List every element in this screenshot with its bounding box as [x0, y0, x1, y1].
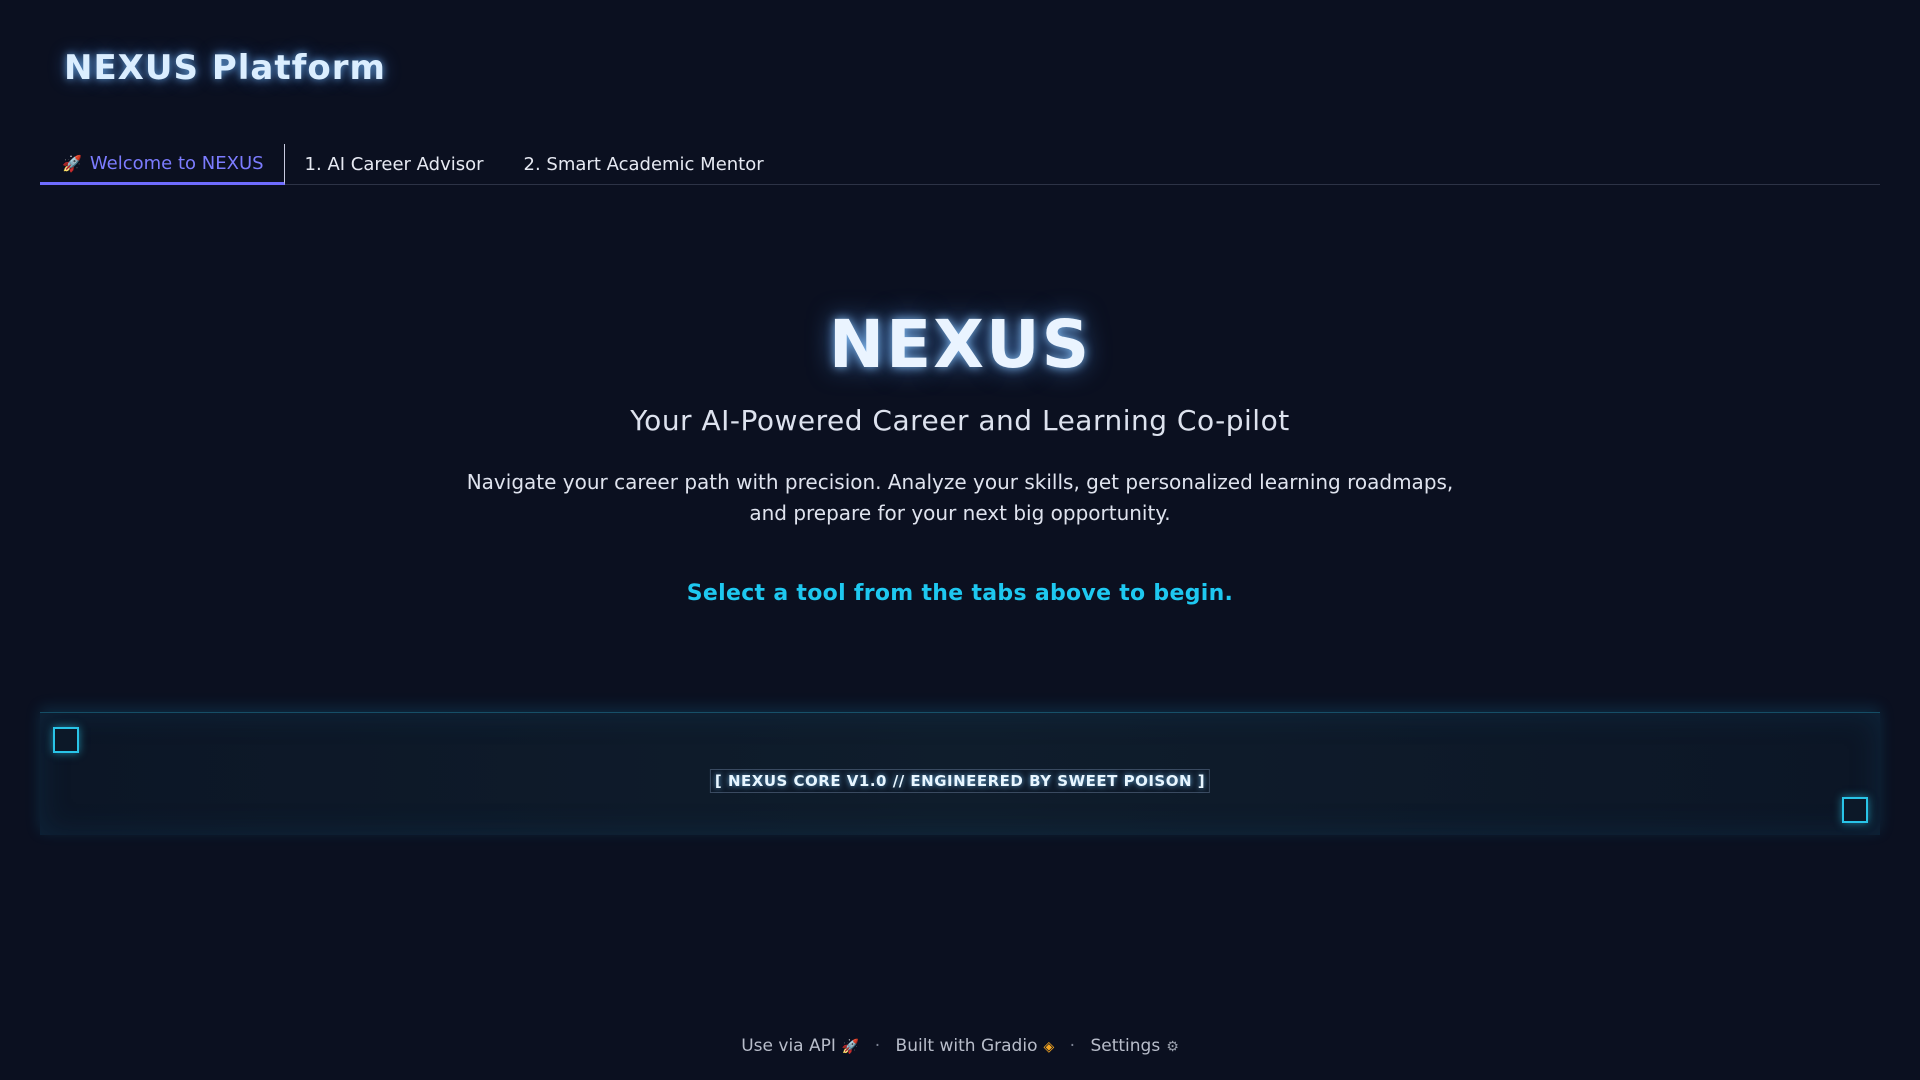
page: NEXUS Platform 🚀 Welcome to NEXUS 1. AI … [0, 0, 1920, 1080]
corner-square-bottom-right [1842, 797, 1868, 823]
core-panel: [ NEXUS CORE V1.0 // ENGINEERED BY SWEET… [40, 712, 1880, 835]
built-with-gradio-label: Built with Gradio [895, 1036, 1038, 1056]
hero-subtitle: Your AI-Powered Career and Learning Co-p… [630, 404, 1290, 437]
tab-welcome[interactable]: 🚀 Welcome to NEXUS [40, 144, 285, 185]
built-with-gradio-link[interactable]: Built with Gradio ◈ [896, 1036, 1060, 1056]
footer: Use via API 🚀 · Built with Gradio ◈ · Sett… [0, 1036, 1920, 1056]
tab-bar: 🚀 Welcome to NEXUS 1. AI Career Advisor … [40, 144, 1880, 185]
hero-title: NEXUS [828, 306, 1092, 383]
settings-link[interactable]: Settings ⚙ [1090, 1036, 1178, 1056]
settings-label: Settings [1090, 1036, 1161, 1056]
footer-separator: · [1069, 1036, 1076, 1056]
hero-description: Navigate your career path with precision… [466, 470, 1454, 525]
tab-ai-career-advisor[interactable]: 1. AI Career Advisor [285, 144, 504, 184]
use-via-api-link[interactable]: Use via API 🚀 [741, 1036, 865, 1056]
tab-ai-career-advisor-label: 1. AI Career Advisor [304, 153, 484, 175]
rocket-icon: 🚀 [841, 1039, 860, 1055]
tab-smart-academic-mentor[interactable]: 2. Smart Academic Mentor [504, 144, 784, 184]
tab-smart-academic-mentor-label: 2. Smart Academic Mentor [523, 153, 764, 175]
corner-square-top-left [53, 727, 79, 753]
footer-separator: · [874, 1036, 881, 1056]
tab-welcome-label: Welcome to NEXUS [89, 152, 264, 174]
hero-cta: Select a tool from the tabs above to beg… [686, 581, 1234, 606]
gradio-logo-icon: ◈ [1043, 1039, 1055, 1055]
app-title: NEXUS Platform [64, 48, 386, 88]
gear-icon: ⚙ [1166, 1039, 1179, 1055]
rocket-icon: 🚀 [62, 153, 82, 173]
core-version-label: [ NEXUS CORE V1.0 // ENGINEERED BY SWEET… [709, 769, 1211, 793]
use-via-api-label: Use via API [741, 1036, 836, 1056]
hero-section: NEXUS Your AI-Powered Career and Learnin… [0, 300, 1920, 606]
